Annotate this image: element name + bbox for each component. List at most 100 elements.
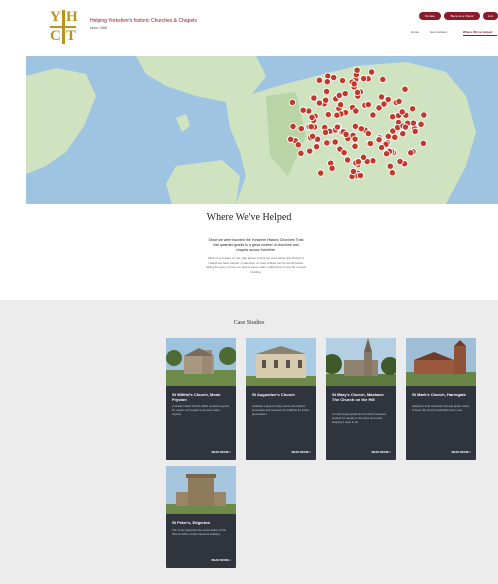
map-marker[interactable] xyxy=(342,130,350,139)
map-marker[interactable] xyxy=(328,164,336,172)
map-marker[interactable] xyxy=(407,149,415,157)
map-marker[interactable] xyxy=(419,139,428,148)
map-marker[interactable] xyxy=(364,100,372,109)
map-marker[interactable] xyxy=(398,108,406,116)
map-marker[interactable] xyxy=(350,80,358,88)
donate-button[interactable]: Donate xyxy=(419,12,441,20)
map-marker[interactable] xyxy=(377,93,386,101)
map-marker[interactable] xyxy=(411,127,419,136)
read-more-link[interactable]: READ MORE > xyxy=(371,450,391,454)
map-marker[interactable] xyxy=(340,148,348,157)
map-marker[interactable] xyxy=(364,129,372,138)
map-marker[interactable] xyxy=(323,78,331,86)
become-friend-button[interactable]: Become a Friend xyxy=(444,12,480,20)
case-study-card[interactable]: St Peter's, Edgerton The Trust supported… xyxy=(166,466,236,568)
map-marker[interactable] xyxy=(288,98,297,107)
case-study-card[interactable]: St Augustine's Church Awarded a grant to… xyxy=(246,338,316,460)
map-marker[interactable] xyxy=(310,94,318,102)
join-button[interactable]: Join xyxy=(483,12,498,20)
case-study-card[interactable]: St Mark's Church, Harrogate Helped to fu… xyxy=(406,338,476,460)
nav-home[interactable]: Home xyxy=(411,30,419,34)
map-marker[interactable] xyxy=(396,157,404,166)
map-marker[interactable] xyxy=(353,66,361,74)
map-marker[interactable] xyxy=(401,123,410,131)
map-marker[interactable] xyxy=(379,75,387,84)
map-marker[interactable] xyxy=(331,138,339,146)
map-marker[interactable] xyxy=(401,85,409,93)
map-marker[interactable] xyxy=(341,89,349,98)
map-marker[interactable] xyxy=(343,156,352,164)
map-marker[interactable] xyxy=(349,167,358,176)
map-marker[interactable] xyxy=(324,110,332,119)
map-marker[interactable] xyxy=(323,139,331,147)
map-marker[interactable] xyxy=(306,147,314,155)
church-photo[interactable] xyxy=(166,466,236,514)
map-marker[interactable] xyxy=(367,68,376,76)
map-marker[interactable] xyxy=(380,100,388,108)
map-marker[interactable] xyxy=(351,142,359,150)
map-marker[interactable] xyxy=(333,123,342,131)
read-more-link[interactable]: READ MORE > xyxy=(291,450,311,454)
map-marker[interactable] xyxy=(386,162,394,170)
map-land-wales xyxy=(166,160,240,204)
case-study-description: Helped to fund essential roof and gutter… xyxy=(412,404,470,412)
read-more-link[interactable]: READ MORE > xyxy=(211,558,231,562)
map-marker[interactable] xyxy=(338,76,347,85)
nav-get-involved[interactable]: Get involved xyxy=(430,30,447,34)
map-marker[interactable] xyxy=(377,143,386,152)
map-marker[interactable] xyxy=(315,99,324,107)
map-marker[interactable] xyxy=(315,76,324,84)
map-marker[interactable] xyxy=(351,122,360,130)
read-more-link[interactable]: READ MORE > xyxy=(211,450,231,454)
map-marker[interactable] xyxy=(336,101,345,109)
map-marker[interactable] xyxy=(297,124,305,133)
map-marker[interactable] xyxy=(384,132,392,140)
map-marker[interactable] xyxy=(399,130,407,138)
map-marker[interactable] xyxy=(359,74,368,83)
map-marker[interactable] xyxy=(297,149,305,157)
map-marker[interactable] xyxy=(335,91,343,100)
nav-where-weve-helped[interactable]: Where We've Helped xyxy=(463,30,492,34)
map-marker[interactable] xyxy=(388,113,397,121)
map-marker[interactable] xyxy=(417,120,425,128)
church-photo[interactable] xyxy=(406,338,476,386)
case-study-card[interactable]: St Mary's Church, Masham: The Church on … xyxy=(326,338,396,460)
map-marker[interactable] xyxy=(321,128,330,137)
map-marker[interactable] xyxy=(312,143,321,151)
map-marker[interactable] xyxy=(395,97,403,106)
map-marker[interactable] xyxy=(375,136,383,144)
map-marker[interactable] xyxy=(322,87,331,96)
church-photo[interactable] xyxy=(326,338,396,386)
map-marker[interactable] xyxy=(391,133,399,141)
map-marker[interactable] xyxy=(351,135,359,143)
map-marker[interactable] xyxy=(287,135,295,143)
map-marker[interactable] xyxy=(357,125,365,133)
map-marker[interactable] xyxy=(388,169,397,177)
case-study-card[interactable]: St Wilfrid's Church, Monk Fryston A Grad… xyxy=(166,338,236,460)
map-canvas[interactable] xyxy=(26,56,498,204)
map-marker[interactable] xyxy=(333,111,341,119)
help-map[interactable] xyxy=(26,56,498,204)
map-marker[interactable] xyxy=(408,105,417,113)
church-photo[interactable] xyxy=(166,338,236,386)
map-marker[interactable] xyxy=(354,158,363,166)
map-marker[interactable] xyxy=(289,122,297,131)
map-marker[interactable] xyxy=(317,169,325,177)
map-marker[interactable] xyxy=(322,96,330,104)
map-marker[interactable] xyxy=(294,141,302,149)
map-marker[interactable] xyxy=(420,111,428,119)
map-marker[interactable] xyxy=(382,150,391,158)
map-marker[interactable] xyxy=(299,106,307,114)
map-marker[interactable] xyxy=(352,107,360,115)
map-marker[interactable] xyxy=(307,123,315,131)
map-marker[interactable] xyxy=(369,111,377,119)
map-marker[interactable] xyxy=(366,139,375,148)
church-photo[interactable] xyxy=(246,338,316,386)
site-logo[interactable]: Y H C T xyxy=(50,10,78,44)
case-study-title: St Wilfrid's Church, Monk Fryston xyxy=(172,392,221,402)
map-marker[interactable] xyxy=(356,171,365,180)
map-marker[interactable] xyxy=(308,113,316,122)
map-marker[interactable] xyxy=(308,132,317,140)
read-more-link[interactable]: READ MORE > xyxy=(451,450,471,454)
map-marker[interactable] xyxy=(330,73,338,82)
